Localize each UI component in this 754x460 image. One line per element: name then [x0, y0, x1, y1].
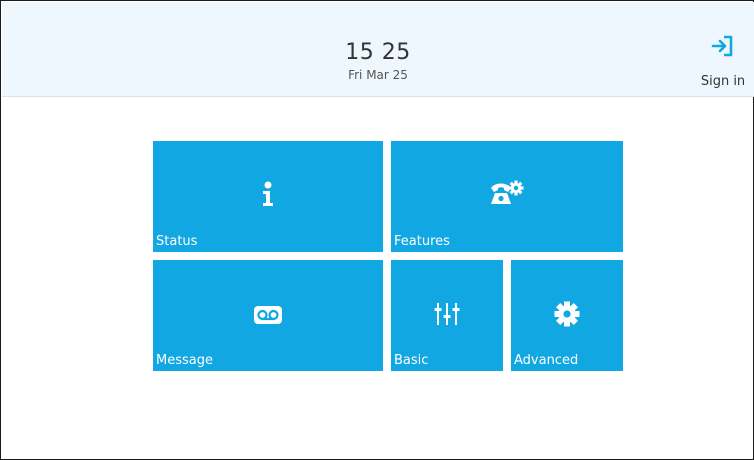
status-tile-label: Status [156, 234, 198, 249]
gear-icon [554, 301, 580, 327]
message-tile-label: Message [156, 353, 213, 368]
sliders-icon [434, 303, 460, 325]
clock-time: 15 25 [345, 40, 411, 65]
basic-tile[interactable]: Basic [391, 260, 503, 371]
basic-tile-label: Basic [394, 353, 429, 368]
phone-settings-icon [491, 180, 524, 204]
message-tile[interactable]: Message [153, 260, 383, 371]
clock-date: Fri Mar 25 [348, 68, 408, 82]
info-icon [263, 181, 273, 206]
features-tile[interactable]: Features [391, 141, 623, 252]
advanced-tile[interactable]: Advanced [511, 260, 623, 371]
sign-in-icon [711, 35, 733, 57]
voicemail-icon [254, 306, 282, 324]
advanced-tile-label: Advanced [514, 353, 579, 368]
status-bar: 15 25 Fri Mar 25 Sign in [2, 2, 754, 97]
sign-in-label: Sign in [700, 74, 746, 89]
phone-screen: 15 25 Fri Mar 25 Sign in Status Features… [0, 0, 754, 460]
status-tile[interactable]: Status [153, 141, 383, 252]
features-tile-label: Features [394, 234, 450, 249]
sign-in-button[interactable]: Sign in [695, 30, 754, 94]
